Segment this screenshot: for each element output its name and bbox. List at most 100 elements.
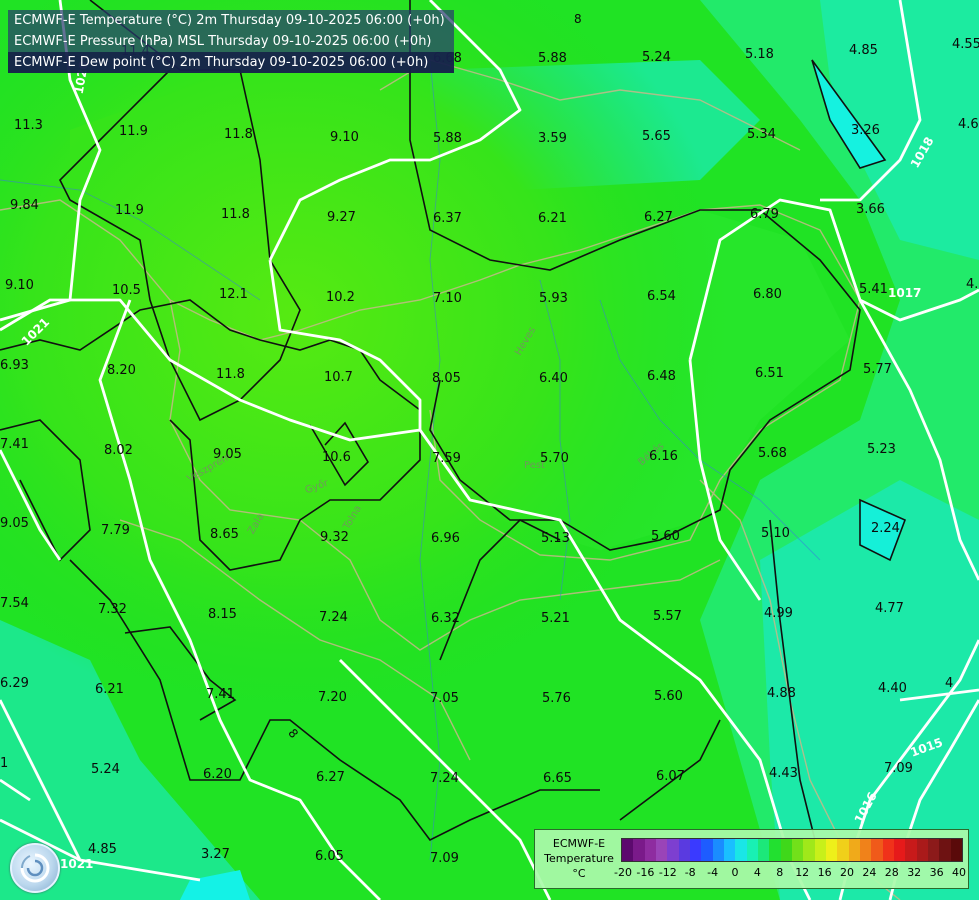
- legend-swatch: [837, 839, 849, 861]
- dew-point-value: 5.65: [642, 129, 671, 144]
- dew-point-value: 9.10: [330, 130, 359, 145]
- dew-point-value: 5.93: [539, 291, 568, 306]
- dew-point-value: 6.27: [316, 770, 345, 785]
- dew-point-value: 6.40: [539, 371, 568, 386]
- dew-point-value: 5.60: [651, 529, 680, 544]
- dew-point-value: 9.84: [10, 198, 39, 213]
- legend-swatch: [701, 839, 713, 861]
- dew-point-value: 11.8: [216, 367, 245, 382]
- dew-point-value: 5.24: [91, 762, 120, 777]
- dew-point-value: 6.16: [649, 449, 678, 464]
- dew-point-value: 5.76: [542, 691, 571, 706]
- legend-title-line: °C: [572, 867, 586, 880]
- dew-point-value: 7.09: [884, 761, 913, 776]
- legend-tick: 8: [776, 866, 784, 879]
- legend-swatch: [746, 839, 758, 861]
- legend-swatch: [735, 839, 747, 861]
- dew-point-value: 8.02: [104, 443, 133, 458]
- dew-point-value: 10.2: [326, 290, 355, 305]
- legend-tick: -16: [636, 866, 655, 879]
- dew-point-value: 5.23: [867, 442, 896, 457]
- legend-swatch: [655, 839, 668, 861]
- dew-point-value: 7.20: [318, 690, 347, 705]
- legend-swatch: [803, 839, 815, 861]
- dew-point-value: 12.1: [219, 287, 248, 302]
- legend-swatch: [927, 839, 940, 861]
- legend-tick: 0: [731, 866, 739, 879]
- legend-swatch: [893, 839, 906, 861]
- legend-swatch: [689, 839, 702, 861]
- dew-point-value: 9.05: [213, 447, 242, 462]
- legend-tick: -4: [707, 866, 719, 879]
- layer-pressure[interactable]: ECMWF-E Pressure (hPa) MSL Thursday 09-1…: [8, 31, 454, 52]
- legend-tick: 12: [795, 866, 810, 879]
- dew-point-value: 5.88: [538, 51, 567, 66]
- dew-point-value: 11.9: [115, 203, 144, 218]
- dew-point-value: 3.27: [201, 847, 230, 862]
- legend-swatch: [916, 839, 928, 861]
- dew-point-value: 6.65: [543, 771, 572, 786]
- dew-point-value: 7.59: [432, 451, 461, 466]
- dew-point-value: 4.99: [764, 606, 793, 621]
- map-header: ECMWF-E Temperature (°C) 2m Thursday 09-…: [8, 10, 454, 73]
- dew-point-value: 5.57: [653, 609, 682, 624]
- legend-tick: 4: [753, 866, 761, 879]
- dew-point-value: 9.32: [320, 530, 349, 545]
- dew-point-value: 5.24: [642, 50, 671, 65]
- dew-point-value: 5.41: [859, 282, 888, 297]
- dew-point-value: 4.88: [767, 686, 796, 701]
- legend-swatch: [633, 839, 645, 861]
- dew-point-value: 6.07: [656, 769, 685, 784]
- dew-point-value: 6.27: [644, 210, 673, 225]
- dew-point-value: 6.80: [753, 287, 782, 302]
- weather-map[interactable]: 1017 1018 1015 1016 1021 1021 1020 8 8 H…: [0, 0, 979, 900]
- layer-dew-point[interactable]: ECMWF-E Dew point (°C) 2m Thursday 09-10…: [8, 52, 454, 73]
- dew-point-value: 7.41: [206, 687, 235, 702]
- legend-title: ECMWF-E Temperature °C: [539, 836, 619, 881]
- dew-point-value: 5.60: [654, 689, 683, 704]
- legend-swatch: [814, 839, 826, 861]
- dew-point-value: 6.20: [203, 767, 232, 782]
- dew-point-value: 8.05: [432, 371, 461, 386]
- legend-swatch: [871, 839, 883, 861]
- dew-point-value: 7.32: [98, 602, 127, 617]
- legend-tick: 16: [817, 866, 832, 879]
- logo-swirl-icon: [20, 853, 50, 883]
- legend-tick: 28: [884, 866, 899, 879]
- dew-point-value: 7.79: [101, 523, 130, 538]
- dew-point-value: 5.21: [541, 611, 570, 626]
- dew-point-value: 11.8: [221, 207, 250, 222]
- dew-point-value: 5.13: [541, 531, 570, 546]
- layer-temperature[interactable]: ECMWF-E Temperature (°C) 2m Thursday 09-…: [8, 10, 454, 31]
- dew-point-value: 4.40: [878, 681, 907, 696]
- legend-tick: 40: [952, 866, 966, 879]
- legend-swatch: [848, 839, 860, 861]
- dew-point-value: 9.05: [0, 516, 29, 531]
- dew-point-value: 7.24: [319, 610, 348, 625]
- dew-point-value: 6.51: [755, 366, 784, 381]
- pressure-label: 1017: [888, 286, 921, 300]
- pressure-label: 1021: [60, 857, 93, 871]
- dew-point-value: 5.10: [761, 526, 790, 541]
- dew-point-value: 5.77: [863, 362, 892, 377]
- legend-tick: 24: [862, 866, 877, 879]
- dew-point-value: 9.27: [327, 210, 356, 225]
- dew-point-value: 1: [0, 756, 8, 771]
- legend-swatch: [950, 839, 962, 861]
- dew-point-value: 5.68: [758, 446, 787, 461]
- legend-swatch: [678, 839, 690, 861]
- dew-point-value: 11.8: [224, 127, 253, 142]
- dew-point-value: 8.20: [107, 363, 136, 378]
- dew-point-value: 4.55: [952, 37, 979, 52]
- legend-tick: -20: [614, 866, 632, 879]
- dew-point-value: 7.41: [0, 437, 29, 452]
- dew-point-value: 7.24: [430, 771, 459, 786]
- dew-point-value: 6.96: [431, 531, 460, 546]
- dew-point-value: 11.3: [14, 118, 43, 133]
- dew-point-value: 4: [945, 676, 953, 691]
- contour-label: 8: [574, 12, 582, 26]
- dew-point-value: 6.54: [647, 289, 676, 304]
- legend-color-scale: [621, 838, 963, 862]
- legend-tick: 36: [929, 866, 944, 879]
- temperature-legend: ECMWF-E Temperature °C -20 -16 -12 -8 -4 0 4 8 1…: [534, 829, 969, 889]
